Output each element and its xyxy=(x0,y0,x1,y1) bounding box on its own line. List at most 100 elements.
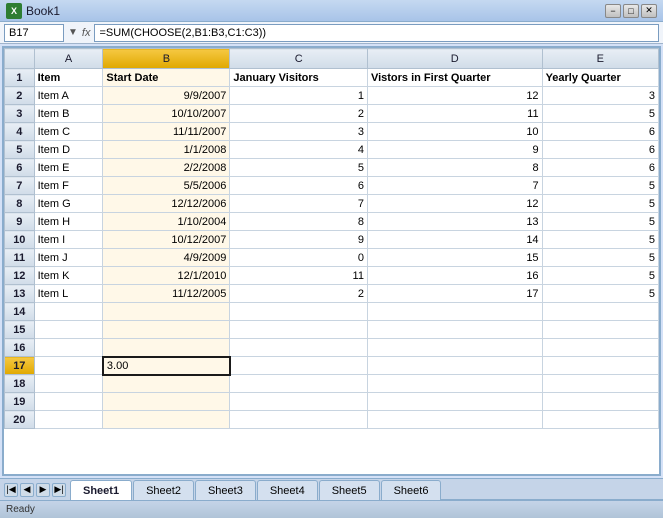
cell-a6[interactable]: Item E xyxy=(34,159,103,177)
row-header-20[interactable]: 20 xyxy=(5,411,35,429)
cell-d6[interactable]: 8 xyxy=(367,159,542,177)
row-header-5[interactable]: 5 xyxy=(5,141,35,159)
cell-e2[interactable]: 3 xyxy=(542,87,658,105)
cell-c20[interactable] xyxy=(230,411,368,429)
cell-d13[interactable]: 17 xyxy=(367,285,542,303)
cell-b14[interactable] xyxy=(103,303,230,321)
cell-b17[interactable]: 3.00 xyxy=(103,357,230,375)
cell-a11[interactable]: Item J xyxy=(34,249,103,267)
cell-a5[interactable]: Item D xyxy=(34,141,103,159)
cell-d10[interactable]: 14 xyxy=(367,231,542,249)
cell-d20[interactable] xyxy=(367,411,542,429)
sheet-tab-sheet3[interactable]: Sheet3 xyxy=(195,480,256,500)
row-header-11[interactable]: 11 xyxy=(5,249,35,267)
row-header-10[interactable]: 10 xyxy=(5,231,35,249)
cell-a10[interactable]: Item I xyxy=(34,231,103,249)
cell-d18[interactable] xyxy=(367,375,542,393)
tab-prev-btn[interactable]: ◀ xyxy=(20,483,34,497)
cell-d19[interactable] xyxy=(367,393,542,411)
cell-c12[interactable]: 11 xyxy=(230,267,368,285)
cell-a8[interactable]: Item G xyxy=(34,195,103,213)
cell-e4[interactable]: 6 xyxy=(542,123,658,141)
cell-b5[interactable]: 1/1/2008 xyxy=(103,141,230,159)
cell-d12[interactable]: 16 xyxy=(367,267,542,285)
cell-d5[interactable]: 9 xyxy=(367,141,542,159)
minimize-button[interactable]: − xyxy=(605,4,621,18)
col-header-b[interactable]: B xyxy=(103,49,230,69)
row-header-15[interactable]: 15 xyxy=(5,321,35,339)
cell-e13[interactable]: 5 xyxy=(542,285,658,303)
cell-c13[interactable]: 2 xyxy=(230,285,368,303)
tab-navigation[interactable]: |◀ ◀ ▶ ▶| xyxy=(0,479,70,500)
cell-e18[interactable] xyxy=(542,375,658,393)
row-header-8[interactable]: 8 xyxy=(5,195,35,213)
col-header-a[interactable]: A xyxy=(34,49,103,69)
cell-b7[interactable]: 5/5/2006 xyxy=(103,177,230,195)
cell-b9[interactable]: 1/10/2004 xyxy=(103,213,230,231)
cell-e1[interactable]: Yearly Quarter xyxy=(542,69,658,87)
cell-c9[interactable]: 8 xyxy=(230,213,368,231)
cell-b15[interactable] xyxy=(103,321,230,339)
cell-a1[interactable]: Item xyxy=(34,69,103,87)
tab-first-btn[interactable]: |◀ xyxy=(4,483,18,497)
cell-d8[interactable]: 12 xyxy=(367,195,542,213)
tab-last-btn[interactable]: ▶| xyxy=(52,483,66,497)
cell-c19[interactable] xyxy=(230,393,368,411)
row-header-19[interactable]: 19 xyxy=(5,393,35,411)
cell-c14[interactable] xyxy=(230,303,368,321)
cell-b16[interactable] xyxy=(103,339,230,357)
cell-a15[interactable] xyxy=(34,321,103,339)
cell-c8[interactable]: 7 xyxy=(230,195,368,213)
cell-b4[interactable]: 11/11/2007 xyxy=(103,123,230,141)
name-box[interactable]: B17 xyxy=(4,24,64,42)
cell-c6[interactable]: 5 xyxy=(230,159,368,177)
cell-e9[interactable]: 5 xyxy=(542,213,658,231)
col-header-e[interactable]: E xyxy=(542,49,658,69)
cell-b11[interactable]: 4/9/2009 xyxy=(103,249,230,267)
cell-e14[interactable] xyxy=(542,303,658,321)
cell-a14[interactable] xyxy=(34,303,103,321)
cell-a13[interactable]: Item L xyxy=(34,285,103,303)
cell-e6[interactable]: 6 xyxy=(542,159,658,177)
cell-e19[interactable] xyxy=(542,393,658,411)
close-button[interactable]: ✕ xyxy=(641,4,657,18)
row-header-3[interactable]: 3 xyxy=(5,105,35,123)
cell-a12[interactable]: Item K xyxy=(34,267,103,285)
cell-a16[interactable] xyxy=(34,339,103,357)
row-header-9[interactable]: 9 xyxy=(5,213,35,231)
cell-d15[interactable] xyxy=(367,321,542,339)
cell-e11[interactable]: 5 xyxy=(542,249,658,267)
cell-e16[interactable] xyxy=(542,339,658,357)
cell-d3[interactable]: 11 xyxy=(367,105,542,123)
sheet-tab-sheet5[interactable]: Sheet5 xyxy=(319,480,380,500)
cell-c17[interactable] xyxy=(230,357,368,375)
col-header-c[interactable]: C xyxy=(230,49,368,69)
cell-c7[interactable]: 6 xyxy=(230,177,368,195)
cell-b10[interactable]: 10/12/2007 xyxy=(103,231,230,249)
dropdown-arrow[interactable]: ▼ xyxy=(68,27,78,38)
cell-a2[interactable]: Item A xyxy=(34,87,103,105)
cell-d9[interactable]: 13 xyxy=(367,213,542,231)
cell-b6[interactable]: 2/2/2008 xyxy=(103,159,230,177)
col-header-d[interactable]: D xyxy=(367,49,542,69)
row-header-18[interactable]: 18 xyxy=(5,375,35,393)
cell-c11[interactable]: 0 xyxy=(230,249,368,267)
formula-input[interactable] xyxy=(94,24,659,42)
cell-d7[interactable]: 7 xyxy=(367,177,542,195)
sheet-tabs[interactable]: Sheet1Sheet2Sheet3Sheet4Sheet5Sheet6 xyxy=(70,479,441,500)
cell-a17[interactable] xyxy=(34,357,103,375)
cell-a20[interactable] xyxy=(34,411,103,429)
cell-c18[interactable] xyxy=(230,375,368,393)
cell-b13[interactable]: 11/12/2005 xyxy=(103,285,230,303)
tab-next-btn[interactable]: ▶ xyxy=(36,483,50,497)
row-header-14[interactable]: 14 xyxy=(5,303,35,321)
sheet-tab-sheet1[interactable]: Sheet1 xyxy=(70,480,132,500)
row-header-4[interactable]: 4 xyxy=(5,123,35,141)
window-controls[interactable]: − □ ✕ xyxy=(605,4,657,18)
cell-a7[interactable]: Item F xyxy=(34,177,103,195)
sheet-tab-sheet2[interactable]: Sheet2 xyxy=(133,480,194,500)
row-header-1[interactable]: 1 xyxy=(5,69,35,87)
cell-c3[interactable]: 2 xyxy=(230,105,368,123)
row-header-17[interactable]: 17 xyxy=(5,357,35,375)
row-header-16[interactable]: 16 xyxy=(5,339,35,357)
